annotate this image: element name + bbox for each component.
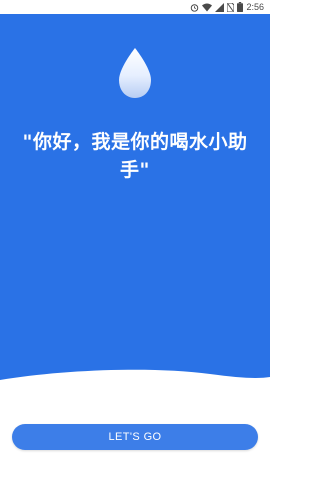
wave-divider (0, 369, 270, 390)
alarm-icon (190, 0, 199, 14)
status-time: 2:56 (246, 2, 264, 12)
screen: 2:56 "你好，我是你的喝水小助手" LET'S GO (0, 0, 270, 480)
signal-icon (215, 0, 225, 14)
greeting-text: "你好，我是你的喝水小助手" (22, 131, 248, 181)
no-sim-icon (227, 0, 235, 14)
hero-section: "你好，我是你的喝水小助手" (0, 14, 270, 384)
battery-icon (237, 0, 244, 14)
lets-go-button[interactable]: LET'S GO (12, 424, 258, 450)
status-bar: 2:56 (0, 0, 270, 14)
wifi-icon (202, 0, 213, 14)
water-drop-icon (119, 48, 151, 98)
